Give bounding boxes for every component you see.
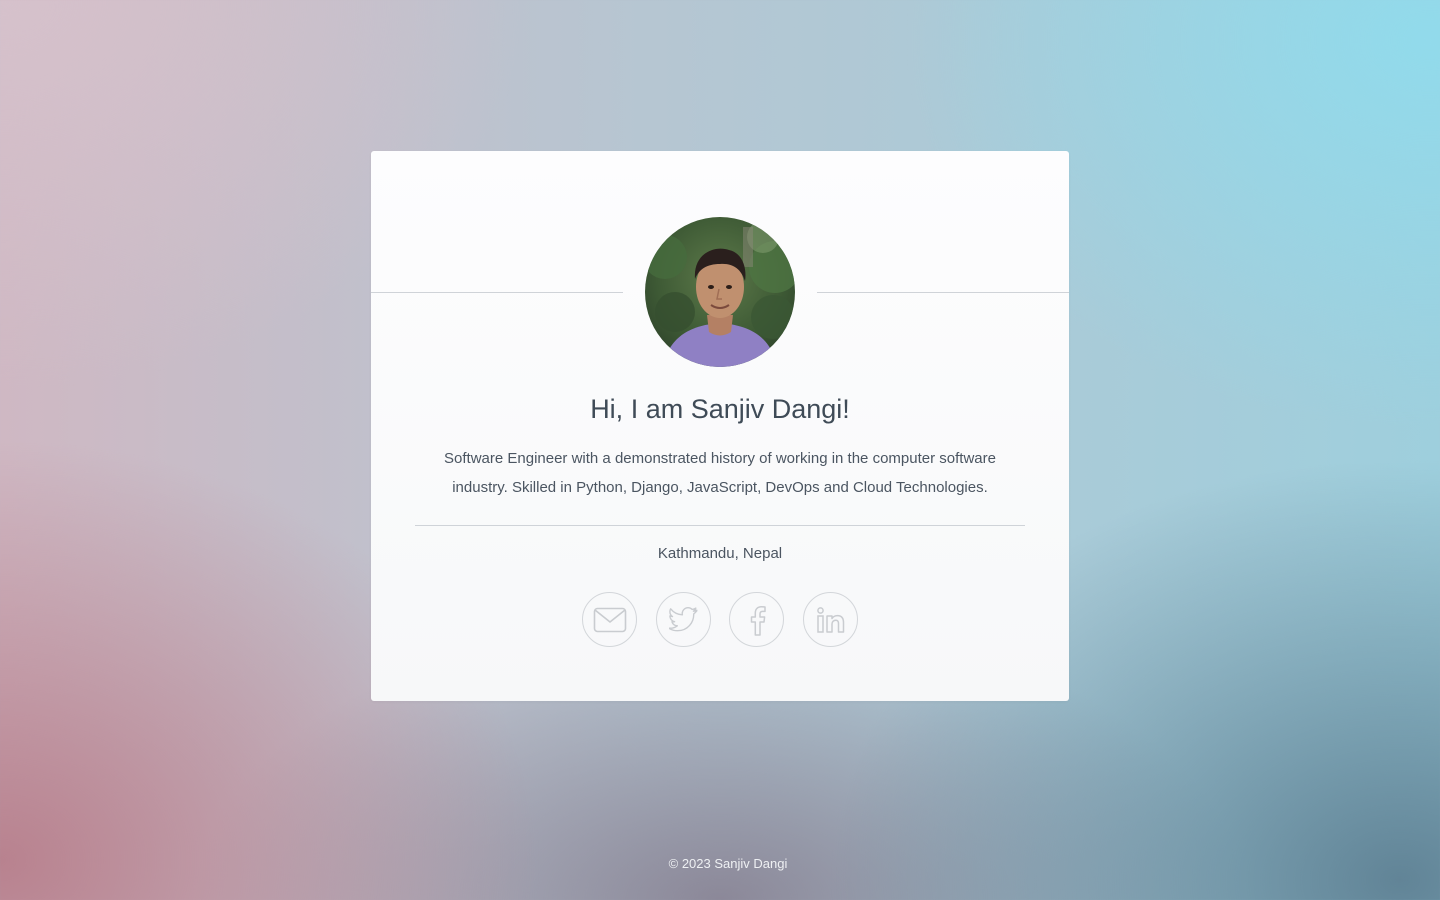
- facebook-f-icon: [750, 605, 766, 636]
- envelope-icon: [593, 607, 626, 632]
- profile-bio: Software Engineer with a demonstrated hi…: [444, 450, 996, 496]
- linkedin-link[interactable]: [803, 592, 858, 647]
- profile-location: Kathmandu, Nepal: [657, 545, 783, 562]
- section-divider: [415, 525, 1025, 526]
- avatar-divider-right: [817, 292, 1069, 293]
- avatar-divider-left: [371, 292, 623, 293]
- profile-name: Hi, I am Sanjiv Dangi!: [590, 394, 850, 424]
- twitter-link[interactable]: [656, 592, 711, 647]
- email-link[interactable]: [582, 592, 637, 647]
- twitter-bird-icon: [668, 606, 697, 631]
- avatar: [645, 217, 795, 367]
- linkedin-in-icon: [816, 606, 844, 633]
- profile-card: Hi, I am Sanjiv Dangi! Software Engineer…: [371, 151, 1069, 701]
- footer-copyright: © 2023 Sanjiv Dangi: [668, 856, 788, 871]
- facebook-link[interactable]: [729, 592, 784, 647]
